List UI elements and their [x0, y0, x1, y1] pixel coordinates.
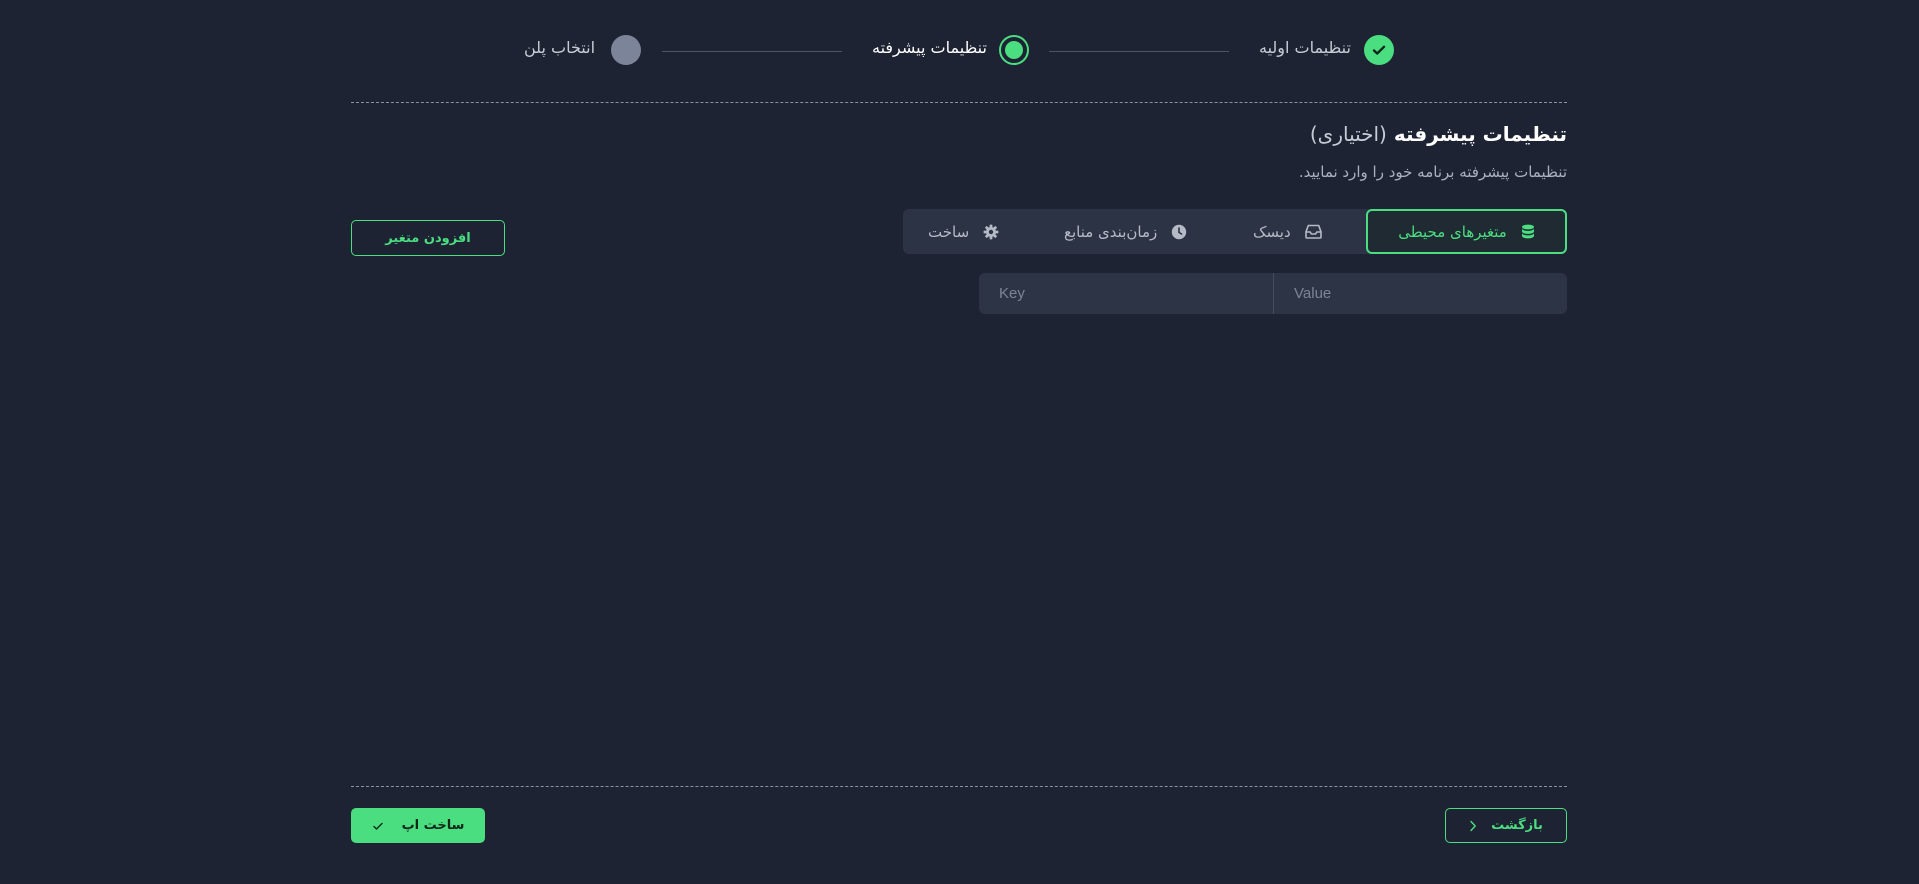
back-label: بازگشت	[1491, 818, 1543, 833]
back-button[interactable]: بازگشت	[1445, 808, 1567, 843]
inbox-icon	[1304, 224, 1322, 239]
step-done-icon	[1364, 35, 1394, 65]
divider	[351, 786, 1567, 787]
tab-build[interactable]: ساخت	[928, 209, 999, 254]
page-title: تنظیمات پیشرفته (اختیاری)	[1310, 122, 1567, 146]
tab-environment-variables[interactable]: متغیرهای محیطی	[1366, 209, 1567, 254]
create-app-label: ساخت اپ	[401, 818, 465, 833]
tab-resource-scheduling[interactable]: زمان‌بندی منابع	[1064, 209, 1187, 254]
step-connector	[1049, 51, 1229, 52]
tab-resource-scheduling-label: زمان‌بندی منابع	[1064, 222, 1158, 241]
step-advanced-settings-label: تنظیمات پیشرفته	[872, 38, 987, 57]
tab-environment-variables-label: متغیرهای محیطی	[1398, 222, 1507, 241]
tab-build-label: ساخت	[928, 222, 970, 241]
key-field[interactable]	[979, 273, 1274, 314]
tab-disk-label: دیسک	[1253, 222, 1291, 241]
key-input[interactable]	[979, 273, 1273, 314]
step-current-icon	[999, 35, 1029, 65]
page-title-optional: (اختیاری)	[1309, 122, 1387, 146]
page-title-text: تنظیمات پیشرفته	[1393, 122, 1567, 146]
gear-icon	[983, 224, 999, 240]
step-pending-icon	[611, 35, 641, 65]
tab-disk[interactable]: دیسک	[1253, 209, 1322, 254]
add-variable-label: افزودن متغیر	[385, 230, 471, 246]
value-field[interactable]	[1274, 273, 1567, 314]
page-subtitle: تنظیمات پیشرفته برنامه خود را وارد نمایی…	[1298, 163, 1567, 181]
value-input[interactable]	[1274, 273, 1567, 314]
create-app-button[interactable]: ساخت اپ	[351, 808, 485, 843]
step-plan-selection-label: انتخاب پلن	[524, 38, 596, 57]
database-icon	[1521, 224, 1535, 240]
clock-icon	[1171, 224, 1187, 240]
step-basic-settings-label: تنظیمات اولیه	[1259, 38, 1351, 57]
add-variable-button[interactable]: افزودن متغیر	[351, 220, 505, 256]
divider	[351, 102, 1567, 103]
check-icon	[372, 820, 384, 832]
step-connector	[662, 51, 842, 52]
chevron-right-icon	[1469, 820, 1477, 832]
